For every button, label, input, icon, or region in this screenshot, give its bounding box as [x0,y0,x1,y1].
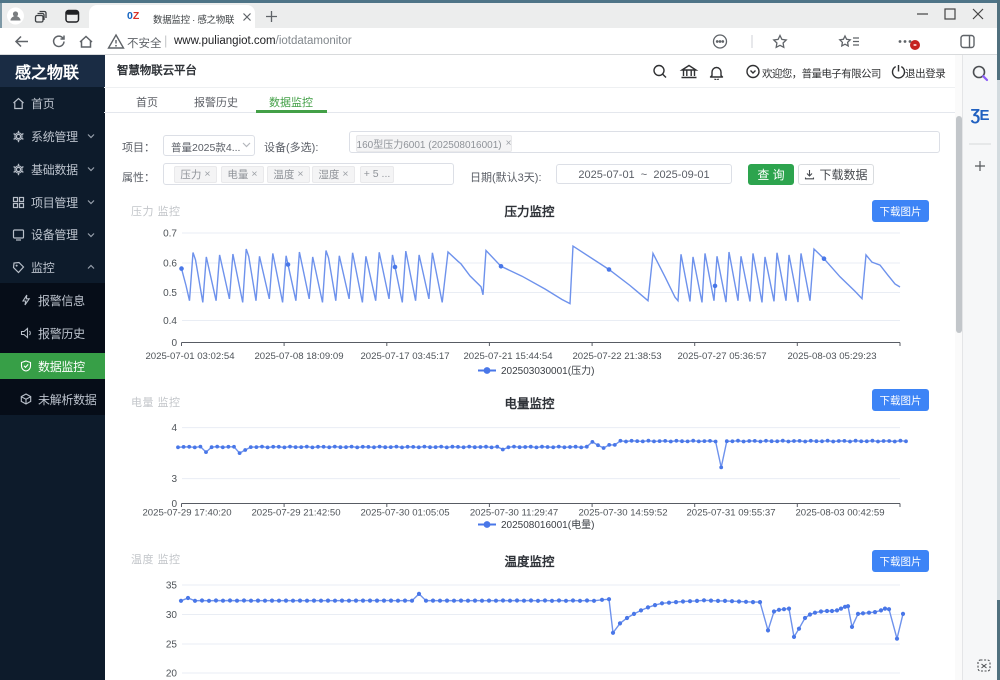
svg-text:2025-07-21 15:44:54: 2025-07-21 15:44:54 [463,351,553,362]
svg-text:0: 0 [171,338,177,349]
svg-text:2025-08-03 05:29:23: 2025-08-03 05:29:23 [787,351,876,362]
svg-text:2025-07-31 09:55:37: 2025-07-31 09:55:37 [686,508,775,519]
svg-text:20: 20 [166,669,178,680]
svg-text:2025-07-17 03:45:17: 2025-07-17 03:45:17 [360,351,449,362]
svg-text:0.5: 0.5 [163,288,177,299]
svg-text:2025-07-29 21:42:50: 2025-07-29 21:42:50 [251,508,340,519]
svg-text:0.6: 0.6 [163,259,177,270]
svg-text:2025-07-08 18:09:09: 2025-07-08 18:09:09 [254,351,343,362]
svg-text:2025-07-01 03:02:54: 2025-07-01 03:02:54 [145,351,235,362]
svg-text:0.4: 0.4 [163,316,177,327]
svg-text:30: 30 [166,610,178,621]
svg-text:2025-07-29 17:40:20: 2025-07-29 17:40:20 [142,508,231,519]
svg-text:2025-07-30 11:29:47: 2025-07-30 11:29:47 [470,508,558,519]
svg-text:25: 25 [166,640,178,651]
svg-text:2025-07-22 21:38:53: 2025-07-22 21:38:53 [572,351,661,362]
svg-text:202503030001(压力): 202503030001(压力) [501,364,594,377]
svg-text:E: E [980,107,990,124]
svg-text:4: 4 [171,423,177,434]
svg-text:2025-07-27 05:36:57: 2025-07-27 05:36:57 [677,351,766,362]
svg-text:2025-07-30 14:59:52: 2025-07-30 14:59:52 [578,508,667,519]
svg-text:0.7: 0.7 [163,229,177,240]
svg-text:202508016001(电量): 202508016001(电量) [501,518,594,531]
svg-text:2025-07-30 01:05:05: 2025-07-30 01:05:05 [360,508,449,519]
svg-text:3: 3 [171,474,177,485]
svg-text:35: 35 [166,581,178,592]
svg-text:2025-08-03 00:42:59: 2025-08-03 00:42:59 [795,508,884,519]
